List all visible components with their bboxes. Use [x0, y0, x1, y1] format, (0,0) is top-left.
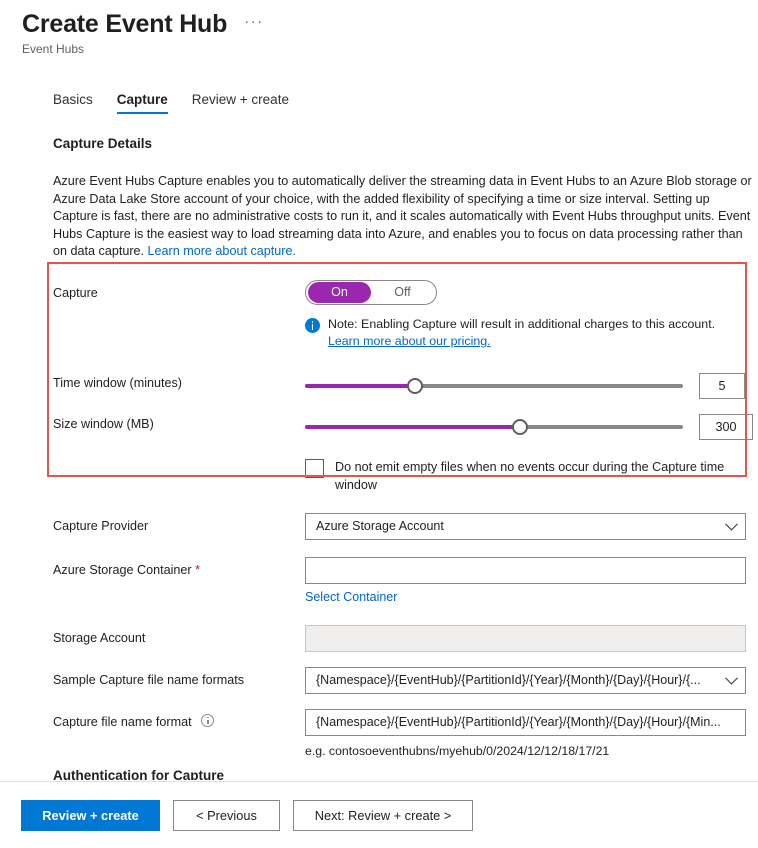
- capture-note-text-wrap: Note: Enabling Capture will result in ad…: [328, 316, 715, 350]
- previous-button[interactable]: < Previous: [173, 799, 280, 831]
- storage-container-label: Azure Storage Container *: [53, 557, 305, 578]
- info-icon: [305, 317, 320, 333]
- storage-container-label-text: Azure Storage Container: [53, 562, 192, 577]
- wizard-footer: Review + create < Previous Next: Review …: [0, 781, 758, 848]
- capture-format-label-text: Capture file name format: [53, 714, 192, 729]
- time-window-slider-thumb[interactable]: [406, 377, 423, 394]
- section-heading-capture-details: Capture Details: [53, 136, 153, 151]
- time-window-row: Time window (minutes) 5: [53, 370, 758, 400]
- empty-files-field: Do not emit empty files when no events o…: [305, 454, 758, 494]
- size-window-slider[interactable]: [305, 418, 683, 436]
- storage-account-row: Storage Account: [53, 624, 758, 655]
- section-heading-authentication-for-capture: Authentication for Capture: [53, 768, 224, 780]
- info-outline-icon[interactable]: [201, 713, 215, 727]
- capture-charges-note: Note: Enabling Capture will result in ad…: [305, 316, 758, 350]
- page-header: Create Event Hub ··· Event Hubs: [0, 0, 758, 56]
- empty-files-checkbox-row[interactable]: Do not emit empty files when no events o…: [305, 454, 758, 494]
- capture-note-text: Note: Enabling Capture will result in ad…: [328, 316, 716, 331]
- select-container-link[interactable]: Select Container: [305, 590, 397, 604]
- storage-account-input: [305, 624, 746, 652]
- size-window-slider-wrap: 300: [305, 411, 758, 440]
- capture-provider-row: Capture Provider Azure Storage Account: [53, 512, 758, 543]
- capture-provider-field: Azure Storage Account: [305, 512, 758, 540]
- capture-label: Capture: [53, 285, 98, 300]
- capture-format-field: {Namespace}/{EventHub}/{PartitionId}/{Ye…: [305, 708, 758, 758]
- size-window-slider-fill: [305, 424, 521, 429]
- sample-format-label: Sample Capture file name formats: [53, 672, 245, 687]
- storage-container-row: Azure Storage Container * Select Contain…: [53, 556, 758, 606]
- time-window-value[interactable]: 5: [699, 372, 745, 399]
- empty-files-row: Do not emit empty files when no events o…: [53, 454, 758, 494]
- tab-basics[interactable]: Basics: [53, 92, 93, 114]
- capture-toggle-off-option[interactable]: Off: [371, 282, 434, 303]
- required-asterisk: *: [195, 562, 201, 577]
- empty-files-spacer: [53, 454, 305, 459]
- size-window-label: Size window (MB): [53, 416, 154, 431]
- capture-settings-form: Capture On Off Note: Enabling Capture wi…: [53, 279, 758, 758]
- page-title: Create Event Hub: [22, 10, 228, 39]
- tab-review-create[interactable]: Review + create: [192, 92, 289, 114]
- review-create-button[interactable]: Review + create: [21, 799, 160, 831]
- storage-container-input[interactable]: [305, 556, 746, 584]
- capture-toggle[interactable]: On Off: [305, 279, 437, 305]
- learn-more-pricing-link[interactable]: Learn more about our pricing.: [328, 334, 491, 348]
- capture-format-label: Capture file name format: [53, 709, 305, 730]
- capture-provider-label: Capture Provider: [53, 518, 149, 533]
- time-window-field: 5: [305, 370, 758, 399]
- chevron-down-icon: [725, 672, 738, 686]
- storage-account-label: Storage Account: [53, 630, 146, 645]
- learn-more-about-capture-link[interactable]: Learn more about capture.: [148, 244, 296, 258]
- capture-toggle-on-option[interactable]: On: [308, 281, 371, 303]
- more-options-icon[interactable]: ···: [241, 10, 267, 39]
- sample-format-field: {Namespace}/{EventHub}/{PartitionId}/{Ye…: [305, 666, 758, 694]
- time-window-slider-fill: [305, 383, 415, 388]
- tab-capture[interactable]: Capture: [116, 92, 168, 114]
- size-window-field: 300: [305, 411, 758, 440]
- capture-toggle-row: Capture On Off Note: Enabling Capture wi…: [53, 279, 758, 350]
- capture-format-input[interactable]: {Namespace}/{EventHub}/{PartitionId}/{Ye…: [305, 708, 746, 736]
- capture-format-example: e.g. contosoeventhubns/myehub/0/2024/12/…: [305, 743, 610, 758]
- capture-description: Azure Event Hubs Capture enables you to …: [53, 173, 753, 261]
- size-window-row: Size window (MB) 300: [53, 411, 758, 441]
- chevron-down-icon: [725, 518, 738, 532]
- time-window-label: Time window (minutes): [53, 375, 182, 390]
- sample-format-row: Sample Capture file name formats {Namesp…: [53, 666, 758, 697]
- create-event-hub-page: Create Event Hub ··· Event Hubs Basics C…: [0, 0, 758, 848]
- capture-format-row: Capture file name format {Namespace}/{Ev…: [53, 708, 758, 758]
- sample-format-select[interactable]: {Namespace}/{EventHub}/{PartitionId}/{Ye…: [305, 666, 746, 694]
- storage-container-field: Select Container: [305, 556, 758, 606]
- size-window-slider-thumb[interactable]: [512, 418, 529, 435]
- capture-format-value: {Namespace}/{EventHub}/{PartitionId}/{Ye…: [316, 715, 721, 730]
- sample-format-value: {Namespace}/{EventHub}/{PartitionId}/{Ye…: [316, 673, 701, 688]
- empty-files-label: Do not emit empty files when no events o…: [335, 459, 725, 492]
- next-review-create-button[interactable]: Next: Review + create >: [293, 799, 473, 831]
- capture-form-content: Capture Details Azure Event Hubs Capture…: [0, 136, 758, 758]
- capture-provider-select[interactable]: Azure Storage Account: [305, 512, 746, 540]
- breadcrumb-subtitle: Event Hubs: [22, 42, 85, 56]
- capture-toggle-field: On Off Note: Enabling Capture will resul…: [305, 279, 758, 350]
- storage-account-field: [305, 624, 758, 652]
- capture-provider-value: Azure Storage Account: [316, 519, 444, 534]
- time-window-slider-wrap: 5: [305, 370, 758, 399]
- wizard-tabs: Basics Capture Review + create: [53, 92, 758, 114]
- empty-files-checkbox[interactable]: [305, 458, 324, 478]
- time-window-slider[interactable]: [305, 377, 683, 395]
- title-row: Create Event Hub ···: [22, 10, 758, 39]
- size-window-value[interactable]: 300: [699, 413, 753, 440]
